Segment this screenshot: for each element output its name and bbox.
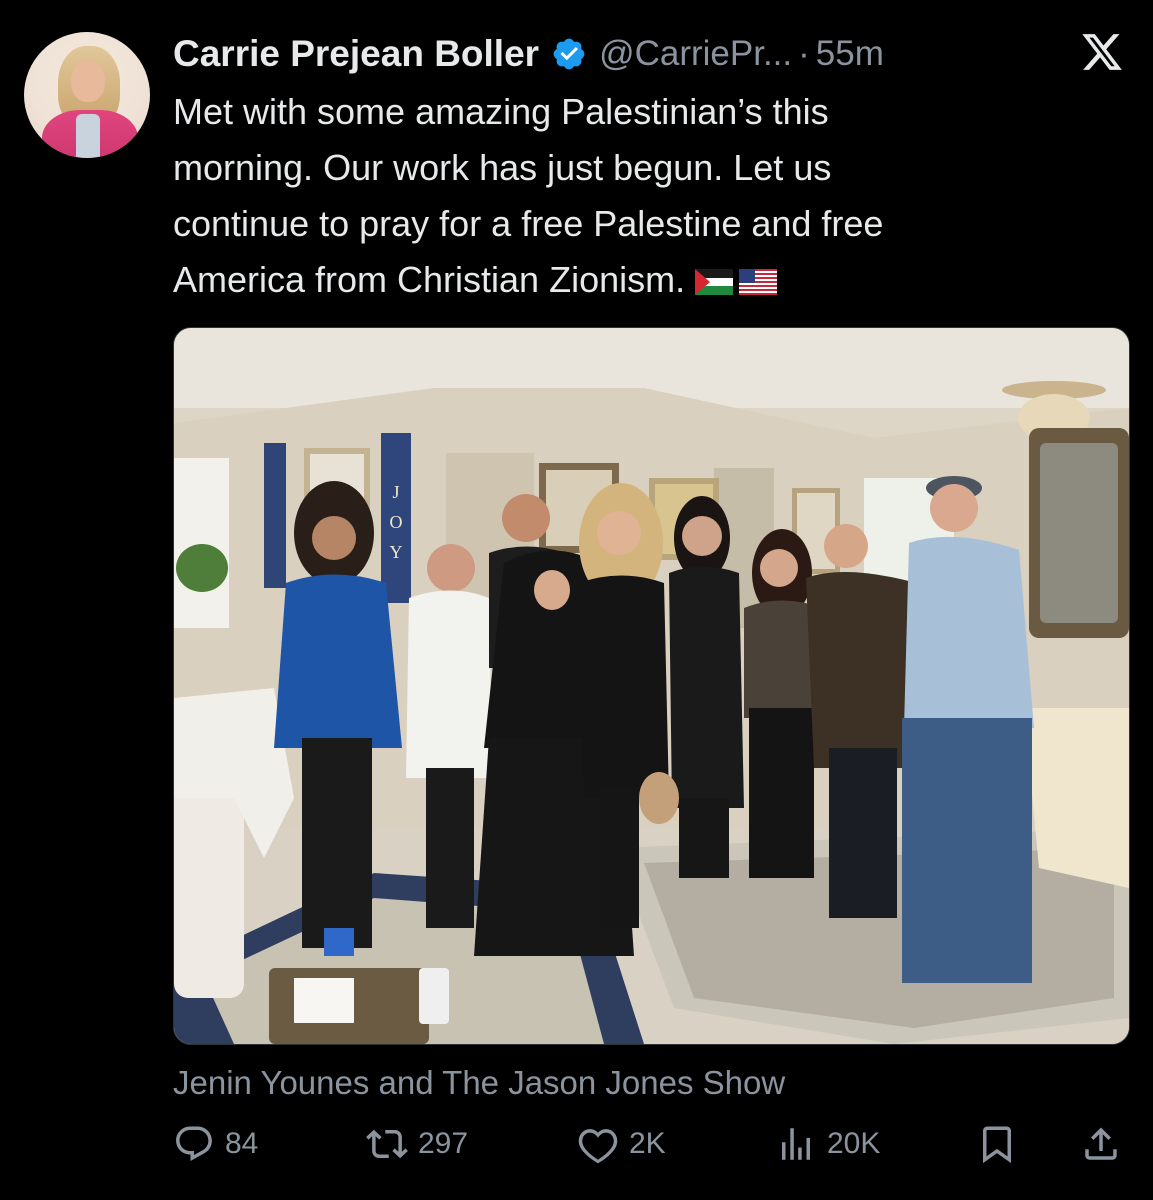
tweet-header: Carrie Prejean Boller @CarriePr... · 55m xyxy=(173,28,884,80)
x-logo-icon[interactable] xyxy=(1078,30,1126,74)
separator-dot: · xyxy=(798,34,810,73)
tweet-text-block: Met with some amazing Palestinian’s this… xyxy=(173,84,1053,308)
views-button[interactable]: 20K xyxy=(775,1118,880,1170)
avatar-top xyxy=(76,114,100,158)
views-icon xyxy=(782,1128,810,1160)
action-bar: 84 297 2K 20K xyxy=(173,1118,1128,1170)
avatar-face xyxy=(71,60,105,102)
us-flag-icon xyxy=(739,269,778,296)
share-icon xyxy=(1085,1127,1117,1160)
reply-count: 84 xyxy=(225,1127,259,1160)
share-button[interactable] xyxy=(1080,1118,1122,1170)
group-photo-illustration: PEACE J O Y xyxy=(174,328,1129,1044)
bookmark-icon xyxy=(983,1126,1011,1164)
tweet-photo[interactable]: PEACE J O Y xyxy=(173,327,1130,1045)
verified-badge-icon xyxy=(553,38,585,70)
svg-text:Y: Y xyxy=(390,542,403,562)
reply-button[interactable]: 84 xyxy=(173,1118,258,1170)
views-count: 20K xyxy=(827,1127,881,1160)
repost-icon xyxy=(366,1129,408,1159)
photo-credit[interactable]: Jenin Younes and The Jason Jones Show xyxy=(173,1064,785,1102)
author-avatar[interactable] xyxy=(24,32,150,158)
emoji-flags xyxy=(695,269,778,296)
palestine-flag-icon xyxy=(695,269,734,296)
repost-button[interactable]: 297 xyxy=(366,1118,468,1170)
like-count: 2K xyxy=(629,1127,666,1160)
svg-text:O: O xyxy=(390,512,403,532)
bookmark-button[interactable] xyxy=(976,1118,1018,1170)
banner-joy: J xyxy=(392,482,399,502)
repost-count: 297 xyxy=(418,1127,469,1160)
author-handle[interactable]: @CarriePr... xyxy=(599,34,792,74)
author-name[interactable]: Carrie Prejean Boller xyxy=(173,33,539,75)
like-button[interactable]: 2K xyxy=(577,1118,666,1170)
post-time[interactable]: 55m xyxy=(816,34,884,74)
reply-icon xyxy=(176,1126,212,1161)
heart-icon xyxy=(578,1129,618,1164)
